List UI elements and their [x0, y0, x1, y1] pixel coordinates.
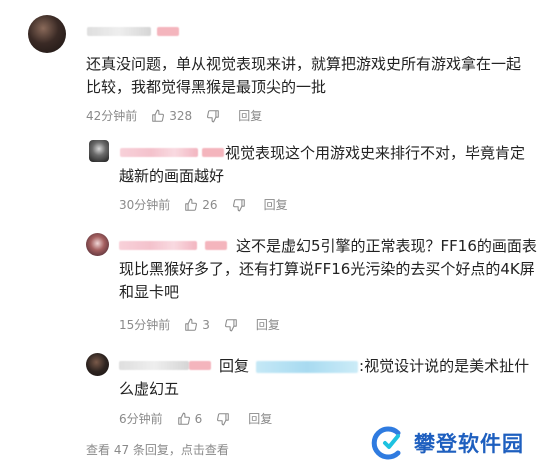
- thumbs-up-icon: [185, 198, 198, 211]
- avatar[interactable]: [86, 233, 109, 256]
- reply-button[interactable]: 回复: [238, 107, 262, 124]
- user-badge-blurred: [157, 27, 179, 36]
- view-more-replies-link[interactable]: 查看 47 条回复，点击查看: [86, 441, 229, 458]
- reply-label: 回复: [248, 412, 273, 426]
- comment-text: 还真没问题，单从视觉表现来讲，就算把游戏史所有游戏拿在一起比较，我都觉得黑猴是最…: [86, 55, 522, 96]
- thumbs-up-icon: [152, 109, 165, 122]
- reply-label: 回复: [255, 318, 280, 332]
- thumbs-down-icon: [217, 412, 230, 425]
- comment-time: 6分钟前: [119, 412, 163, 426]
- comment-time: 15分钟前: [119, 318, 171, 332]
- like-button[interactable]: 328: [151, 109, 192, 123]
- comment-text: 视觉表现这个用游戏史来排行不对，毕竟肯定越新的画面越好: [119, 144, 526, 185]
- comment-text: 这不是虚幻5引擎的正常表现？FF16的画面表现比黑猴好多了，还有打算说FF16光…: [119, 237, 537, 301]
- reply-button[interactable]: 回复: [248, 410, 272, 427]
- thumbs-down-icon: [232, 198, 245, 211]
- comment-time: 30分钟前: [119, 198, 171, 212]
- thumbs-down-icon: [224, 318, 237, 331]
- mention-blurred[interactable]: [256, 361, 358, 373]
- reply-button[interactable]: 回复: [256, 316, 280, 333]
- avatar[interactable]: [89, 140, 109, 162]
- like-count: 328: [169, 108, 193, 123]
- watermark: 攀登软件园: [368, 423, 524, 463]
- like-button[interactable]: 6: [177, 411, 203, 426]
- like-count: 6: [194, 411, 203, 426]
- like-button[interactable]: 26: [184, 197, 218, 212]
- thumbs-up-icon: [177, 412, 190, 425]
- avatar[interactable]: [28, 15, 66, 53]
- like-button[interactable]: 3: [184, 318, 210, 332]
- reply-button[interactable]: 回复: [264, 196, 288, 213]
- comment-meta: 15分钟前 3 回复: [119, 316, 294, 333]
- reply-label: 回复: [238, 109, 263, 123]
- dislike-button[interactable]: [224, 318, 242, 332]
- comment-meta: 42分钟前 328 回复: [86, 107, 276, 124]
- comment-time: 42分钟前: [86, 109, 138, 123]
- thumbs-up-icon: [185, 318, 198, 331]
- watermark-logo-icon: [371, 426, 401, 460]
- thumbs-down-icon: [207, 109, 219, 122]
- dislike-button[interactable]: [232, 198, 250, 212]
- comment-meta: 6分钟前 6 回复: [119, 410, 286, 427]
- avatar[interactable]: [86, 353, 109, 376]
- username-blurred[interactable]: [87, 27, 151, 36]
- like-count: 3: [202, 317, 210, 332]
- dislike-button[interactable]: [216, 412, 234, 426]
- dislike-button[interactable]: [206, 109, 224, 123]
- comment-meta: 30分钟前 26 回复: [119, 196, 302, 213]
- reply-prefix: 回复: [219, 357, 250, 375]
- like-count: 26: [202, 197, 218, 212]
- watermark-text: 攀登软件园: [414, 432, 524, 456]
- reply-label: 回复: [263, 198, 288, 212]
